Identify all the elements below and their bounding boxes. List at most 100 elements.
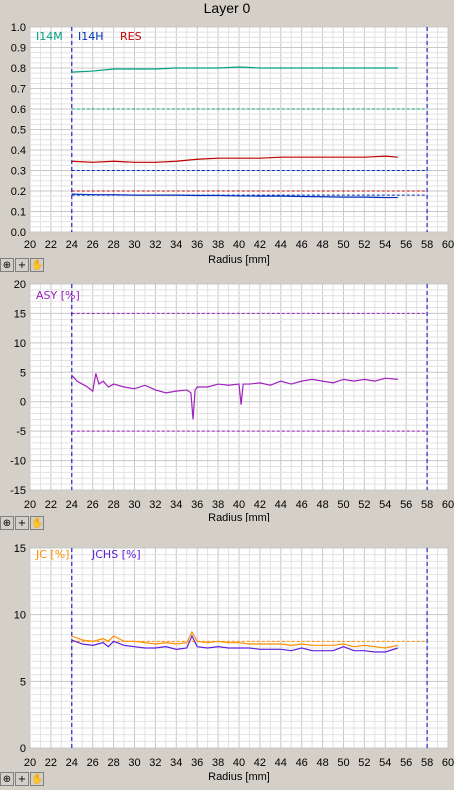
grid: [29, 26, 449, 233]
legend-entry: I14M: [36, 30, 63, 43]
x-tick-label: 44: [275, 239, 287, 251]
crosshair-icon[interactable]: +: [15, 772, 29, 786]
x-tick-label: 20: [24, 499, 36, 511]
legend-entry: JCHS [%]: [91, 548, 141, 561]
x-tick-label: 54: [379, 757, 391, 769]
y-tick-label: 0.1: [11, 207, 26, 219]
x-tick-label: 54: [379, 239, 391, 251]
x-tick-label: 28: [107, 239, 119, 251]
legend-entry: ASY [%]: [36, 289, 80, 302]
y-tick-label: -15: [10, 485, 26, 497]
x-tick-label: 34: [170, 499, 182, 511]
y-tick-label: -5: [16, 426, 26, 438]
legend-entry: RES: [120, 30, 142, 43]
x-tick-label: 32: [149, 499, 161, 511]
y-tick-label: 15: [14, 543, 26, 555]
y-tick-label: 1.0: [11, 22, 26, 34]
x-tick-label: 60: [442, 239, 454, 251]
y-tick-label: 0: [20, 397, 26, 409]
x-tick-label: 40: [233, 757, 245, 769]
chart-toolbar-2: ⊕ + ✋: [0, 515, 50, 531]
x-tick-label: 58: [421, 499, 433, 511]
x-tick-label: 52: [358, 499, 370, 511]
x-tick-label: 34: [170, 239, 182, 251]
chart-panel-intensity[interactable]: 0.0 0.1 0.2 0.3 0.4 0.5 0.6 0.7 0.8 0.9 1.0 20 22 24 2…: [0, 18, 454, 276]
y-tick-label: 5: [20, 676, 26, 688]
x-tick-label: 48: [316, 239, 328, 251]
x-tick-label: 58: [421, 757, 433, 769]
x-tick-label: 22: [45, 757, 57, 769]
x-tick-label: 50: [337, 239, 349, 251]
x-tick-label: 32: [149, 239, 161, 251]
x-tick-label: 24: [66, 499, 78, 511]
crosshair-icon[interactable]: +: [15, 258, 29, 272]
x-tick-label: 48: [316, 757, 328, 769]
chart-toolbar-3: ⊕ + ✋: [0, 771, 50, 787]
x-tick-label: 32: [149, 757, 161, 769]
x-tick-label: 30: [128, 499, 140, 511]
y-tick-label: 5: [20, 367, 26, 379]
legend-entry: I14H: [78, 30, 104, 43]
x-tick-label: 56: [400, 499, 412, 511]
chart-panel-asymmetry[interactable]: -15 -10 -5 0 5 10 15 20 20 22 24 26 28 30 32 34 36 38 40 42…: [0, 278, 454, 522]
x-tick-label: 38: [212, 499, 224, 511]
x-tick-label: 22: [45, 499, 57, 511]
x-tick-label: 28: [107, 499, 119, 511]
x-tick-label: 42: [254, 757, 266, 769]
x-tick-label: 36: [191, 499, 203, 511]
y-tick-label: -10: [10, 456, 26, 468]
x-tick-label: 42: [254, 239, 266, 251]
x-tick-label: 46: [296, 499, 308, 511]
x-tick-label: 26: [87, 499, 99, 511]
x-tick-label: 54: [379, 499, 391, 511]
x-tick-label: 36: [191, 757, 203, 769]
x-tick-label: 40: [233, 499, 245, 511]
legend-entry: JC [%]: [35, 548, 69, 561]
y-tick-label: 0.6: [11, 104, 26, 116]
x-tick-label: 52: [358, 757, 370, 769]
x-tick-label: 56: [400, 239, 412, 251]
y-tick-label: 0.8: [11, 63, 26, 75]
x-axis-label: Radius [mm]: [208, 771, 270, 783]
x-tick-label: 22: [45, 239, 57, 251]
chart-toolbar-1: ⊕ + ✋: [0, 257, 50, 273]
hand-pan-icon[interactable]: ✋: [30, 516, 44, 530]
crosshair-icon[interactable]: +: [15, 516, 29, 530]
hand-pan-icon[interactable]: ✋: [30, 258, 44, 272]
x-tick-label: 34: [170, 757, 182, 769]
x-tick-label: 38: [212, 239, 224, 251]
zoom-icon[interactable]: ⊕: [0, 258, 14, 272]
x-tick-label: 20: [24, 757, 36, 769]
x-tick-label: 44: [275, 499, 287, 511]
y-tick-label: 0.9: [11, 43, 26, 55]
x-tick-label: 44: [275, 757, 287, 769]
x-tick-label: 28: [107, 757, 119, 769]
y-tick-label: 20: [14, 279, 26, 291]
x-tick-label: 50: [337, 499, 349, 511]
x-axis-label: Radius [mm]: [208, 254, 270, 266]
x-tick-label: 30: [128, 239, 140, 251]
y-tick-label: 0.4: [11, 145, 26, 157]
y-tick-label: 0.7: [11, 84, 26, 96]
y-tick-label: 0.3: [11, 166, 26, 178]
zoom-icon[interactable]: ⊕: [0, 772, 14, 786]
y-tick-label: 0.2: [11, 186, 26, 198]
x-tick-label: 26: [87, 757, 99, 769]
hand-pan-icon[interactable]: ✋: [30, 772, 44, 786]
y-tick-label: 10: [14, 338, 26, 350]
x-tick-label: 24: [66, 239, 78, 251]
x-tick-label: 38: [212, 757, 224, 769]
x-tick-label: 30: [128, 757, 140, 769]
x-tick-label: 46: [296, 757, 308, 769]
y-tick-label: 15: [14, 308, 26, 320]
x-tick-label: 20: [24, 239, 36, 251]
zoom-icon[interactable]: ⊕: [0, 516, 14, 530]
x-tick-label: 52: [358, 239, 370, 251]
x-tick-label: 40: [233, 239, 245, 251]
y-tick-label: 0: [20, 743, 26, 755]
chart-panel-jitter[interactable]: 0 5 10 15 20 22 24 26 28 30 32 34 36 38 40 42 44 46 48 50 52…: [0, 534, 454, 790]
y-tick-label: 0.5: [11, 125, 26, 137]
y-tick-label: 0.0: [11, 227, 26, 239]
x-tick-label: 58: [421, 239, 433, 251]
x-tick-label: 60: [442, 757, 454, 769]
